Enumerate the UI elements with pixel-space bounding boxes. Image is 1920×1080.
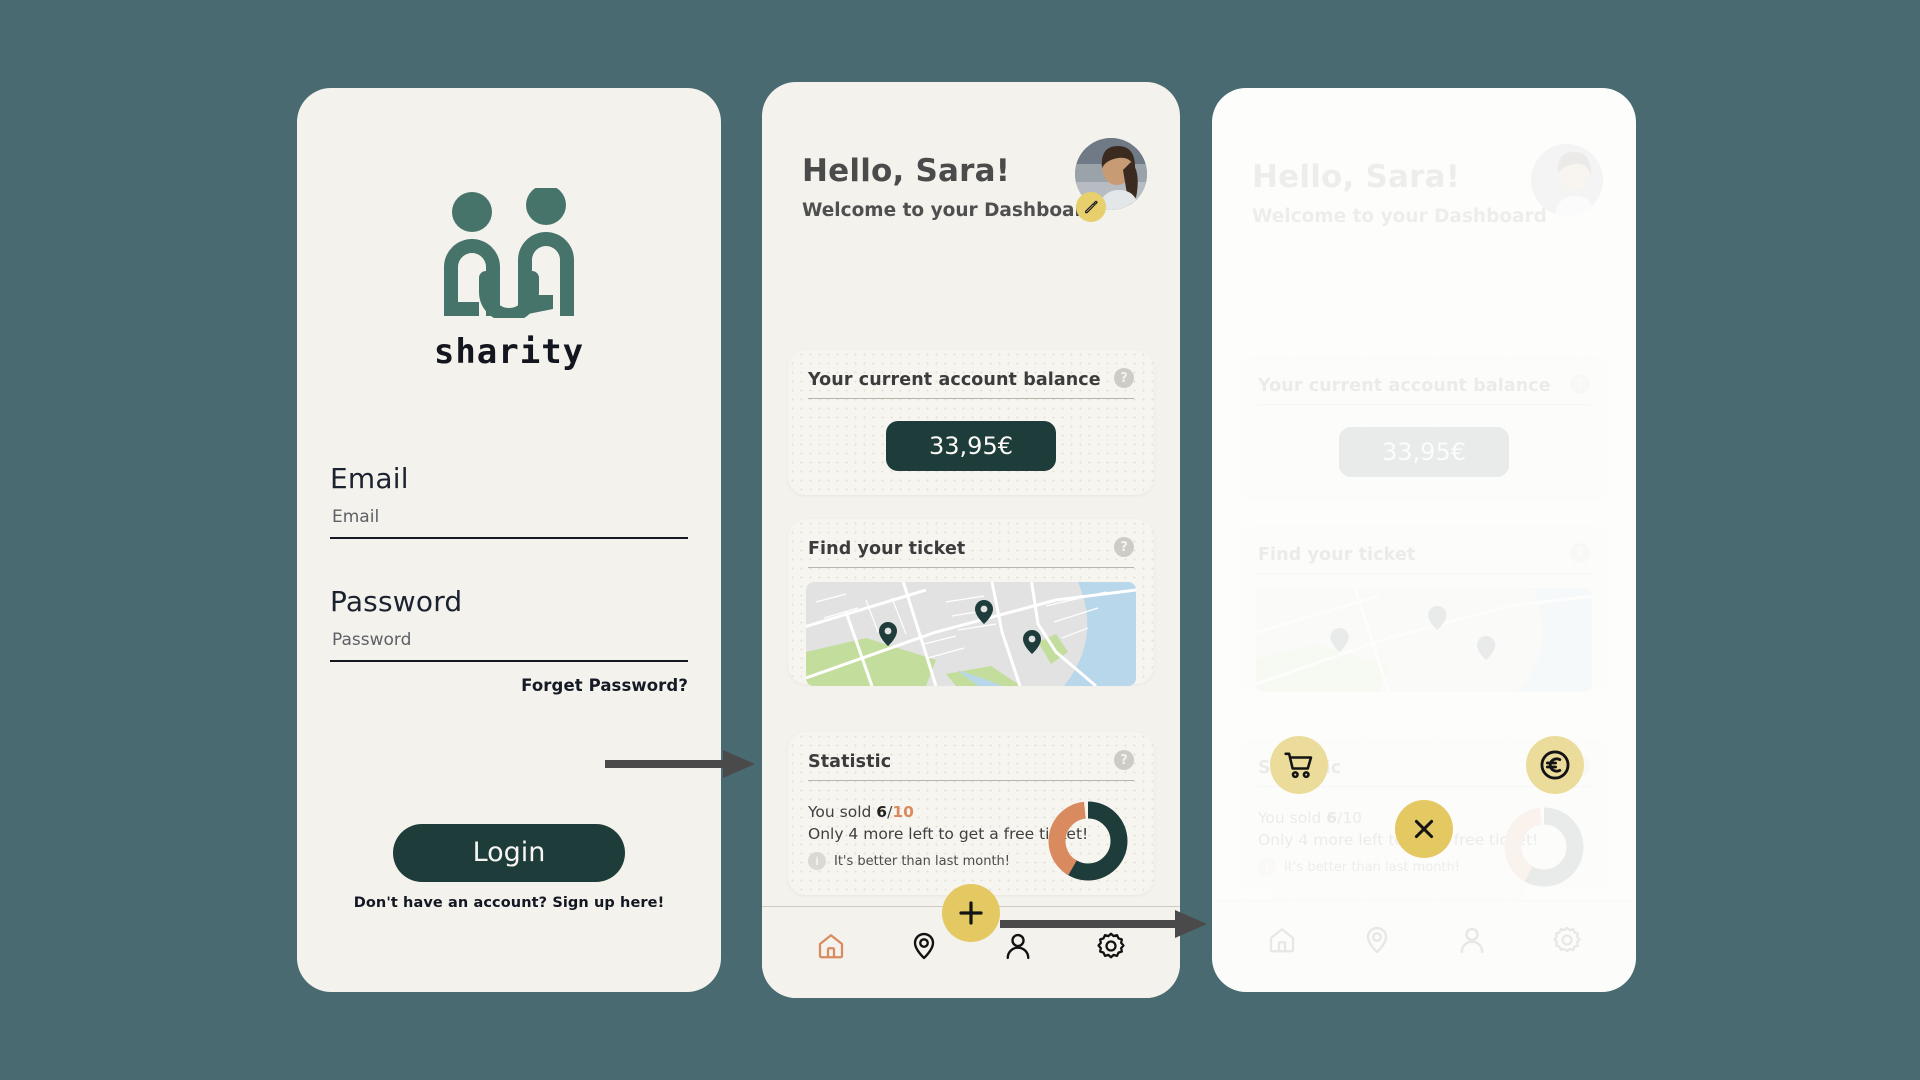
greeting-block: Hello, Sara! Welcome to your Dashboard <box>802 153 1097 221</box>
statistic-card-header: Statistic ? <box>808 750 1134 781</box>
balance-card-header: Your current account balance ? <box>808 368 1134 399</box>
login-actions: Login Don't have an account? Sign up her… <box>297 824 721 911</box>
shopping-cart-icon <box>1284 752 1313 779</box>
statistic-card-title: Statistic <box>808 752 892 772</box>
signup-link[interactable]: Sign up here! <box>552 895 664 911</box>
sold-total: 10 <box>892 803 914 821</box>
map-card-title: Find your ticket <box>808 539 966 559</box>
login-form: Email Password Forget Password? <box>330 462 688 695</box>
balance-card: Your current account balance ? 33,95€ <box>788 350 1154 495</box>
add-action-button[interactable] <box>942 884 1000 942</box>
login-button[interactable]: Login <box>393 824 625 882</box>
signup-prompt-text: Don't have an account? <box>353 895 553 911</box>
euro-coin-icon <box>1540 750 1570 780</box>
statistic-note: It's better than last month! <box>834 853 1010 869</box>
map-card: Find your ticket ? <box>788 519 1154 686</box>
email-input[interactable] <box>330 507 688 539</box>
action-sheet-overlay[interactable] <box>1212 88 1636 992</box>
forget-password-link[interactable]: Forget Password? <box>330 676 688 695</box>
balance-card-title: Your current account balance <box>808 370 1101 390</box>
close-x-icon <box>1414 819 1434 839</box>
question-mark-icon[interactable]: ? <box>1114 750 1134 770</box>
avatar-edit-button[interactable] <box>1076 192 1106 222</box>
buy-ticket-action[interactable] <box>1270 736 1328 794</box>
two-people-handshake-icon <box>444 188 574 318</box>
home-icon <box>818 933 843 958</box>
question-mark-icon[interactable]: ? <box>1114 537 1134 557</box>
map-preview[interactable] <box>806 582 1136 686</box>
brand-name: sharity <box>433 332 585 372</box>
sold-donut-chart <box>1048 801 1128 881</box>
nav-location[interactable] <box>900 931 948 961</box>
pencil-edit-icon <box>1085 200 1098 214</box>
sold-count: 6 <box>876 803 888 821</box>
close-action-sheet-button[interactable] <box>1395 800 1453 858</box>
map-preview-image <box>806 582 1136 686</box>
brand-logo: sharity <box>297 188 721 372</box>
balance-value-row: 33,95€ <box>788 421 1154 471</box>
sell-ticket-action[interactable] <box>1526 736 1584 794</box>
page-title: Hello, Sara! <box>802 153 1011 189</box>
page-subtitle: Welcome to your Dashboard <box>802 200 1097 221</box>
map-card-header: Find your ticket ? <box>808 537 1134 568</box>
password-label: Password <box>330 585 463 618</box>
canvas: sharity Email Password Forget Password? … <box>0 0 1920 1080</box>
email-label: Email <box>330 462 409 495</box>
sold-prefix: You sold <box>808 803 877 821</box>
nav-home[interactable] <box>807 931 855 961</box>
info-icon: i <box>808 852 826 870</box>
plus-icon <box>959 901 983 925</box>
statistic-card: Statistic ? You sold 6/10 Only 4 more le… <box>788 732 1154 895</box>
location-pin-icon <box>914 932 935 959</box>
action-sheet-screen: Hello, Sara! Welcome to your Dashboard Y… <box>1212 88 1636 992</box>
question-mark-icon[interactable]: ? <box>1114 368 1134 388</box>
balance-amount[interactable]: 33,95€ <box>886 421 1056 471</box>
password-input[interactable] <box>330 630 688 662</box>
arrow-dashboard-to-modal <box>1000 910 1207 938</box>
arrow-login-to-dashboard <box>605 750 755 778</box>
login-screen: sharity Email Password Forget Password? … <box>297 88 721 992</box>
dashboard-screen: Hello, Sara! Welcome to your Dashboard Y… <box>762 82 1180 998</box>
statistic-body: You sold 6/10 Only 4 more left to get a … <box>808 801 1134 893</box>
signup-prompt[interactable]: Don't have an account? Sign up here! <box>297 895 721 911</box>
